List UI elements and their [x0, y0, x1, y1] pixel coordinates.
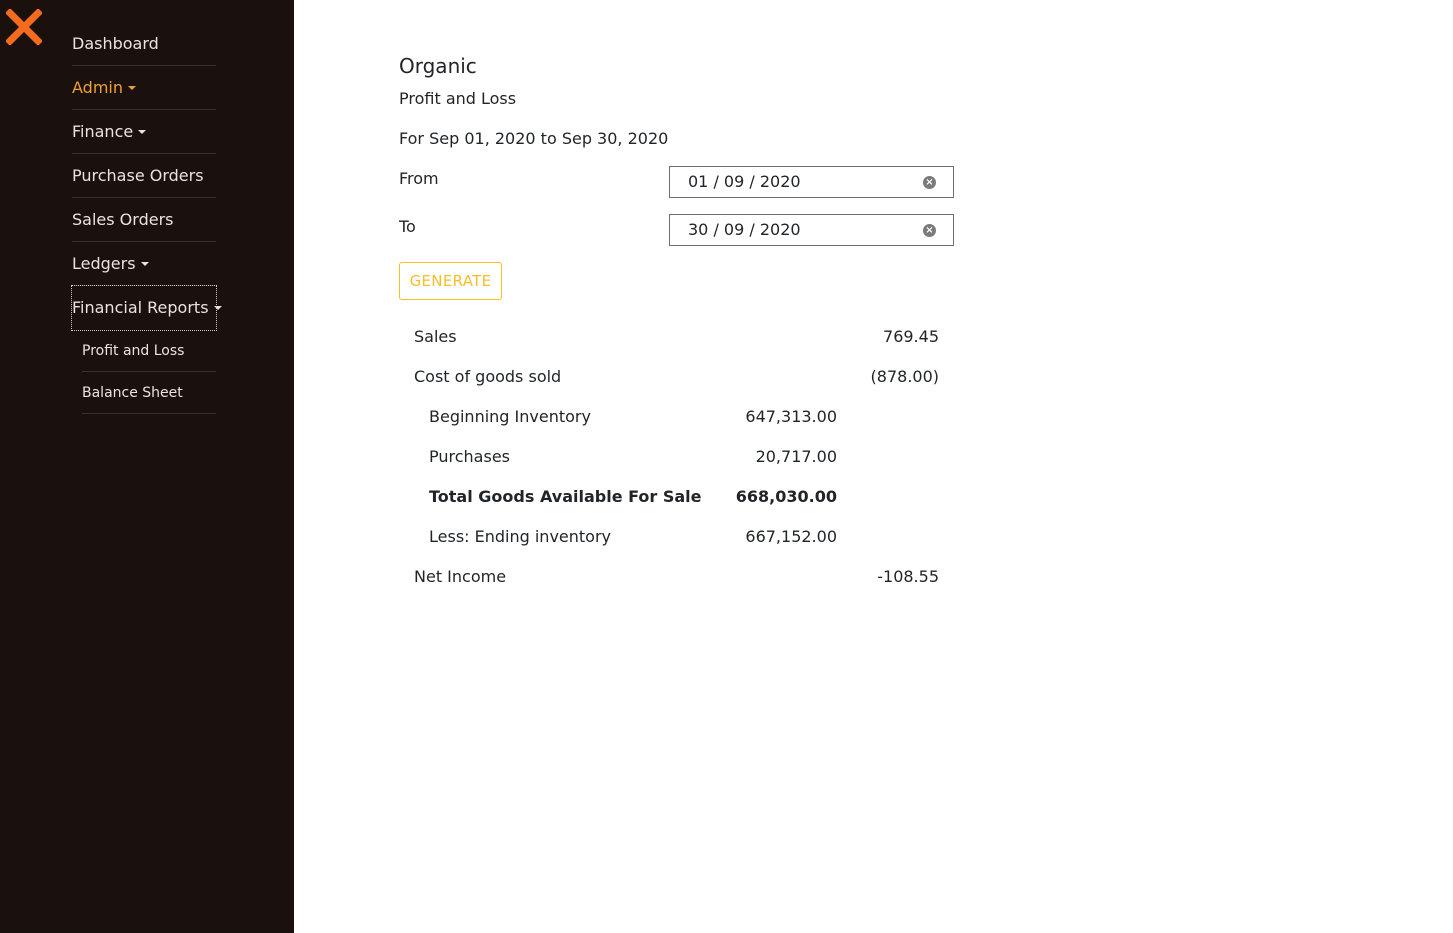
sidebar-item-label: Dashboard [72, 34, 159, 53]
pnl-row-cogs: Cost of goods sold (878.00) [414, 367, 939, 407]
row-value: 647,313.00 [745, 407, 837, 426]
report-title: Profit and Loss [399, 89, 517, 108]
sidebar-item-admin[interactable]: Admin [72, 66, 216, 110]
sidebar-item-purchase-orders[interactable]: Purchase Orders [72, 154, 216, 198]
pnl-row-ending-inventory: Less: Ending inventory 667,152.00 [429, 527, 837, 567]
row-label: Less: Ending inventory [429, 527, 612, 546]
to-date-input[interactable]: 30 / 09 / 2020 × [669, 214, 954, 246]
sidebar-item-label: Sales Orders [72, 210, 174, 229]
submenu-item-profit-and-loss[interactable]: Profit and Loss [82, 330, 216, 372]
row-label: Cost of goods sold [414, 367, 562, 386]
clear-icon[interactable]: × [923, 224, 936, 237]
row-label: Net Income [414, 567, 507, 586]
sidebar-item-label: Finance [72, 122, 134, 141]
sidebar-item-label: Financial Reports [72, 298, 209, 317]
sidebar-item-finance[interactable]: Finance [72, 110, 216, 154]
row-value: (878.00) [870, 367, 939, 386]
sidebar-item-label: Ledgers [72, 254, 136, 273]
pnl-row-beginning-inventory: Beginning Inventory 647,313.00 [429, 407, 837, 447]
sidebar-item-label: Purchase Orders [72, 166, 204, 185]
pnl-row-purchases: Purchases 20,717.00 [429, 447, 837, 487]
sidebar-item-ledgers[interactable]: Ledgers [72, 242, 216, 286]
row-label: Sales [414, 327, 457, 346]
pnl-row-sales: Sales 769.45 [414, 327, 939, 367]
pnl-row-total-goods: Total Goods Available For Sale 668,030.0… [429, 487, 837, 527]
clear-icon[interactable]: × [923, 176, 936, 189]
to-date-value: 30 / 09 / 2020 [688, 220, 801, 239]
sidebar-nav: Dashboard Admin Finance Purchase Orders … [71, 22, 222, 414]
company-name: Organic [399, 54, 477, 78]
caret-down-icon [138, 129, 147, 134]
from-label: From [399, 169, 439, 188]
x-logo-icon[interactable] [6, 9, 42, 45]
sidebar-item-label: Admin [72, 78, 123, 97]
caret-down-icon [128, 85, 136, 90]
submenu-item-balance-sheet[interactable]: Balance Sheet [82, 372, 216, 414]
financial-reports-submenu: Profit and Loss Balance Sheet [82, 330, 216, 414]
caret-down-icon [213, 305, 222, 310]
row-value: 20,717.00 [755, 447, 837, 466]
row-label: Beginning Inventory [429, 407, 591, 426]
sidebar: Dashboard Admin Finance Purchase Orders … [0, 0, 294, 933]
generate-button[interactable]: GENERATE [399, 262, 502, 300]
from-date-input[interactable]: 01 / 09 / 2020 × [669, 166, 954, 198]
sidebar-item-financial-reports[interactable]: Financial Reports [71, 285, 222, 331]
pnl-row-net-income: Net Income -108.55 [414, 567, 939, 607]
row-value: 667,152.00 [745, 527, 837, 546]
from-date-value: 01 / 09 / 2020 [688, 172, 801, 191]
caret-down-icon [140, 261, 149, 266]
submenu-item-label: Profit and Loss [82, 342, 185, 359]
row-value: -108.55 [877, 567, 939, 586]
to-label: To [399, 217, 416, 236]
row-label: Total Goods Available For Sale [429, 487, 702, 506]
submenu-item-label: Balance Sheet [82, 384, 183, 401]
row-value: 668,030.00 [735, 487, 837, 506]
report-period: For Sep 01, 2020 to Sep 30, 2020 [399, 129, 669, 148]
row-label: Purchases [429, 447, 510, 466]
sidebar-item-dashboard[interactable]: Dashboard [72, 22, 216, 66]
sidebar-item-sales-orders[interactable]: Sales Orders [72, 198, 216, 242]
row-value: 769.45 [883, 327, 939, 346]
